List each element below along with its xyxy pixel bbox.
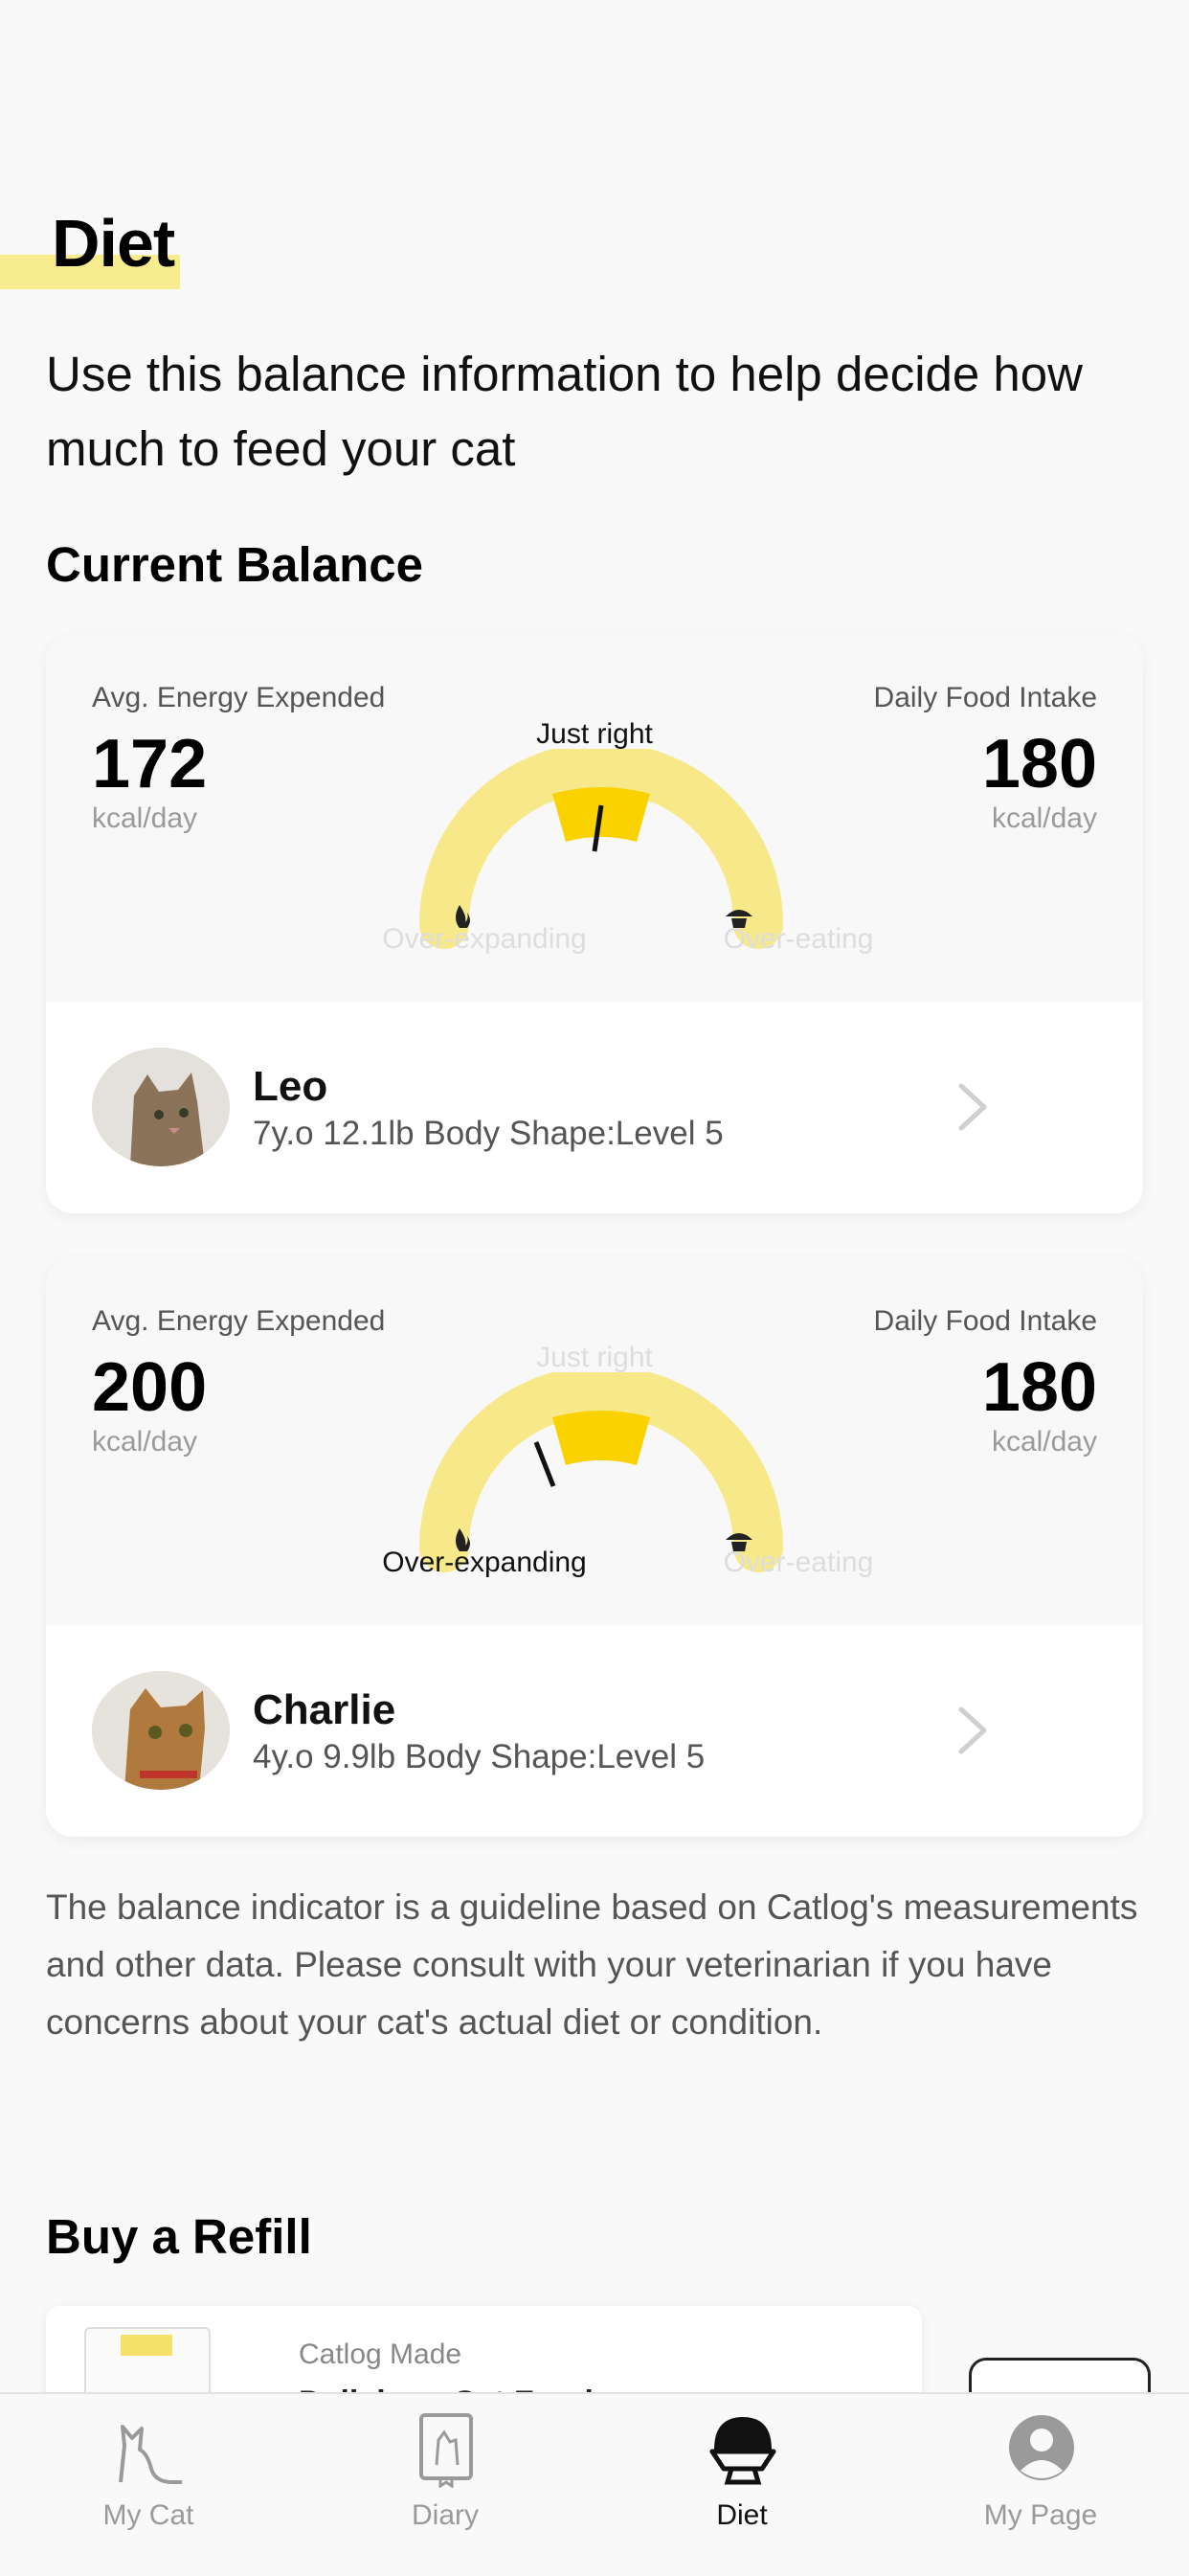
cat-photo-icon bbox=[92, 1671, 230, 1790]
over-eating-label: Over-eating bbox=[723, 923, 874, 955]
energy-unit: kcal/day bbox=[92, 1426, 198, 1457]
just-right-label: Just right bbox=[536, 718, 653, 750]
over-expanding-label: Over-expanding bbox=[382, 923, 587, 955]
tab-label: Diary bbox=[411, 2499, 479, 2531]
just-right-label: Just right bbox=[536, 1342, 653, 1373]
diary-icon bbox=[419, 2413, 473, 2488]
avatar bbox=[92, 1671, 230, 1790]
cat-photo-icon bbox=[92, 1048, 230, 1166]
tab-diet[interactable]: Diet bbox=[594, 2394, 890, 2576]
tab-my-page[interactable]: My Page bbox=[892, 2394, 1189, 2576]
cat-icon bbox=[119, 2425, 182, 2484]
chevron-right-icon[interactable] bbox=[953, 1080, 992, 1134]
cat-name: Leo bbox=[253, 1063, 328, 1110]
avatar bbox=[92, 1048, 230, 1166]
cat-row-charlie[interactable]: Charlie 4y.o 9.9lb Body Shape:Level 5 bbox=[46, 1625, 1143, 1837]
tab-label: My Page bbox=[983, 2499, 1098, 2531]
balance-summary: Avg. Energy Expended Daily Food Intake 1… bbox=[46, 634, 1143, 1002]
balance-summary: Avg. Energy Expended Daily Food Intake 2… bbox=[46, 1257, 1143, 1625]
energy-label: Avg. Energy Expended bbox=[92, 1305, 386, 1337]
tab-diary[interactable]: Diary bbox=[297, 2394, 594, 2576]
intake-unit: kcal/day bbox=[991, 802, 1097, 834]
balance-card-charlie: Avg. Energy Expended Daily Food Intake 2… bbox=[46, 1257, 1143, 1837]
intake-label: Daily Food Intake bbox=[873, 1305, 1097, 1337]
balance-card-leo: Avg. Energy Expended Daily Food Intake 1… bbox=[46, 634, 1143, 1213]
energy-label: Avg. Energy Expended bbox=[92, 682, 386, 713]
over-expanding-label: Over-expanding bbox=[382, 1547, 587, 1578]
tab-label: My Cat bbox=[102, 2499, 194, 2531]
refill-heading: Buy a Refill bbox=[46, 2209, 312, 2264]
product-brand: Catlog Made bbox=[299, 2339, 462, 2370]
cat-row-leo[interactable]: Leo 7y.o 12.1lb Body Shape:Level 5 bbox=[46, 1002, 1143, 1213]
tab-label: Diet bbox=[716, 2499, 768, 2531]
page-title: Diet bbox=[52, 206, 175, 281]
intake-label: Daily Food Intake bbox=[873, 682, 1097, 713]
intake-unit: kcal/day bbox=[991, 1426, 1097, 1457]
intro-text: Use this balance information to help dec… bbox=[46, 347, 1083, 476]
disclaimer-text: The balance indicator is a guideline bas… bbox=[46, 1887, 1138, 2042]
cat-info: 4y.o 9.9lb Body Shape:Level 5 bbox=[253, 1738, 706, 1775]
cat-name: Charlie bbox=[253, 1686, 396, 1733]
tab-my-cat[interactable]: My Cat bbox=[0, 2394, 297, 2576]
current-balance-heading: Current Balance bbox=[46, 537, 423, 592]
over-eating-label: Over-eating bbox=[723, 1547, 874, 1578]
chevron-right-icon[interactable] bbox=[953, 1704, 992, 1757]
person-icon bbox=[1009, 2415, 1074, 2480]
bottom-tab-bar: My Cat Diary Diet My Page bbox=[0, 2392, 1189, 2576]
food-bowl-icon bbox=[709, 2417, 776, 2485]
cat-info: 7y.o 12.1lb Body Shape:Level 5 bbox=[253, 1115, 724, 1152]
energy-unit: kcal/day bbox=[92, 802, 198, 834]
gauge-needle bbox=[533, 1441, 556, 1487]
